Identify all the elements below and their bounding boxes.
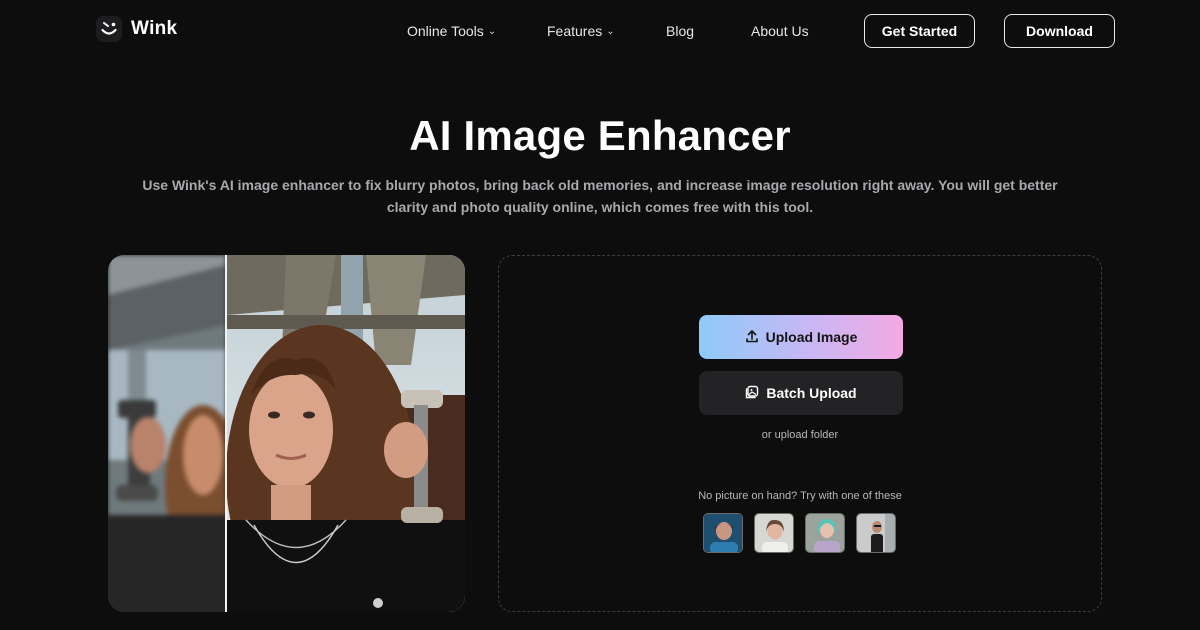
get-started-button[interactable]: Get Started: [864, 14, 975, 48]
upload-folder-link[interactable]: or upload folder: [499, 429, 1101, 441]
sample-image-1[interactable]: [703, 513, 743, 553]
comparison-slider-divider[interactable]: [225, 255, 227, 612]
before-image: [108, 255, 226, 612]
upload-image-button[interactable]: Upload Image: [699, 315, 903, 359]
page-title: AI Image Enhancer: [409, 112, 791, 159]
chevron-down-icon: ⌄: [487, 25, 497, 37]
nav-online-tools-label: Online Tools: [407, 23, 484, 39]
upload-dropzone[interactable]: Upload Image Batch Upload or upload fold…: [498, 255, 1102, 612]
page-subtitle: Use Wink's AI image enhancer to fix blur…: [142, 177, 1058, 215]
nav-features-label: Features: [547, 23, 603, 39]
nav-blog[interactable]: Blog: [666, 23, 694, 39]
download-button[interactable]: Download: [1004, 14, 1115, 48]
chevron-down-icon: ⌄: [606, 25, 615, 37]
upload-icon: [745, 329, 759, 346]
sample-image-4[interactable]: [856, 513, 896, 553]
sample-images-label: No picture on hand? Try with one of thes…: [698, 490, 902, 502]
upload-image-label: Upload Image: [765, 329, 858, 345]
nav-features[interactable]: Features ⌄: [547, 23, 615, 39]
batch-upload-label: Batch Upload: [766, 385, 857, 401]
sample-image-2[interactable]: [754, 513, 794, 553]
before-after-preview: [108, 255, 465, 612]
nav-online-tools[interactable]: Online Tools ⌄: [407, 23, 496, 39]
nav-about-label: About Us: [751, 23, 809, 39]
batch-images-icon: [745, 385, 759, 402]
after-image: [226, 255, 465, 612]
nav-blog-label: Blog: [666, 23, 695, 39]
sample-image-3[interactable]: [805, 513, 845, 553]
batch-upload-button[interactable]: Batch Upload: [699, 371, 903, 415]
page: Wink Online Tools ⌄ Features ⌄ Blog Abou…: [0, 0, 1200, 630]
nav-about-us[interactable]: About Us: [751, 23, 809, 39]
sample-images: [703, 513, 896, 553]
